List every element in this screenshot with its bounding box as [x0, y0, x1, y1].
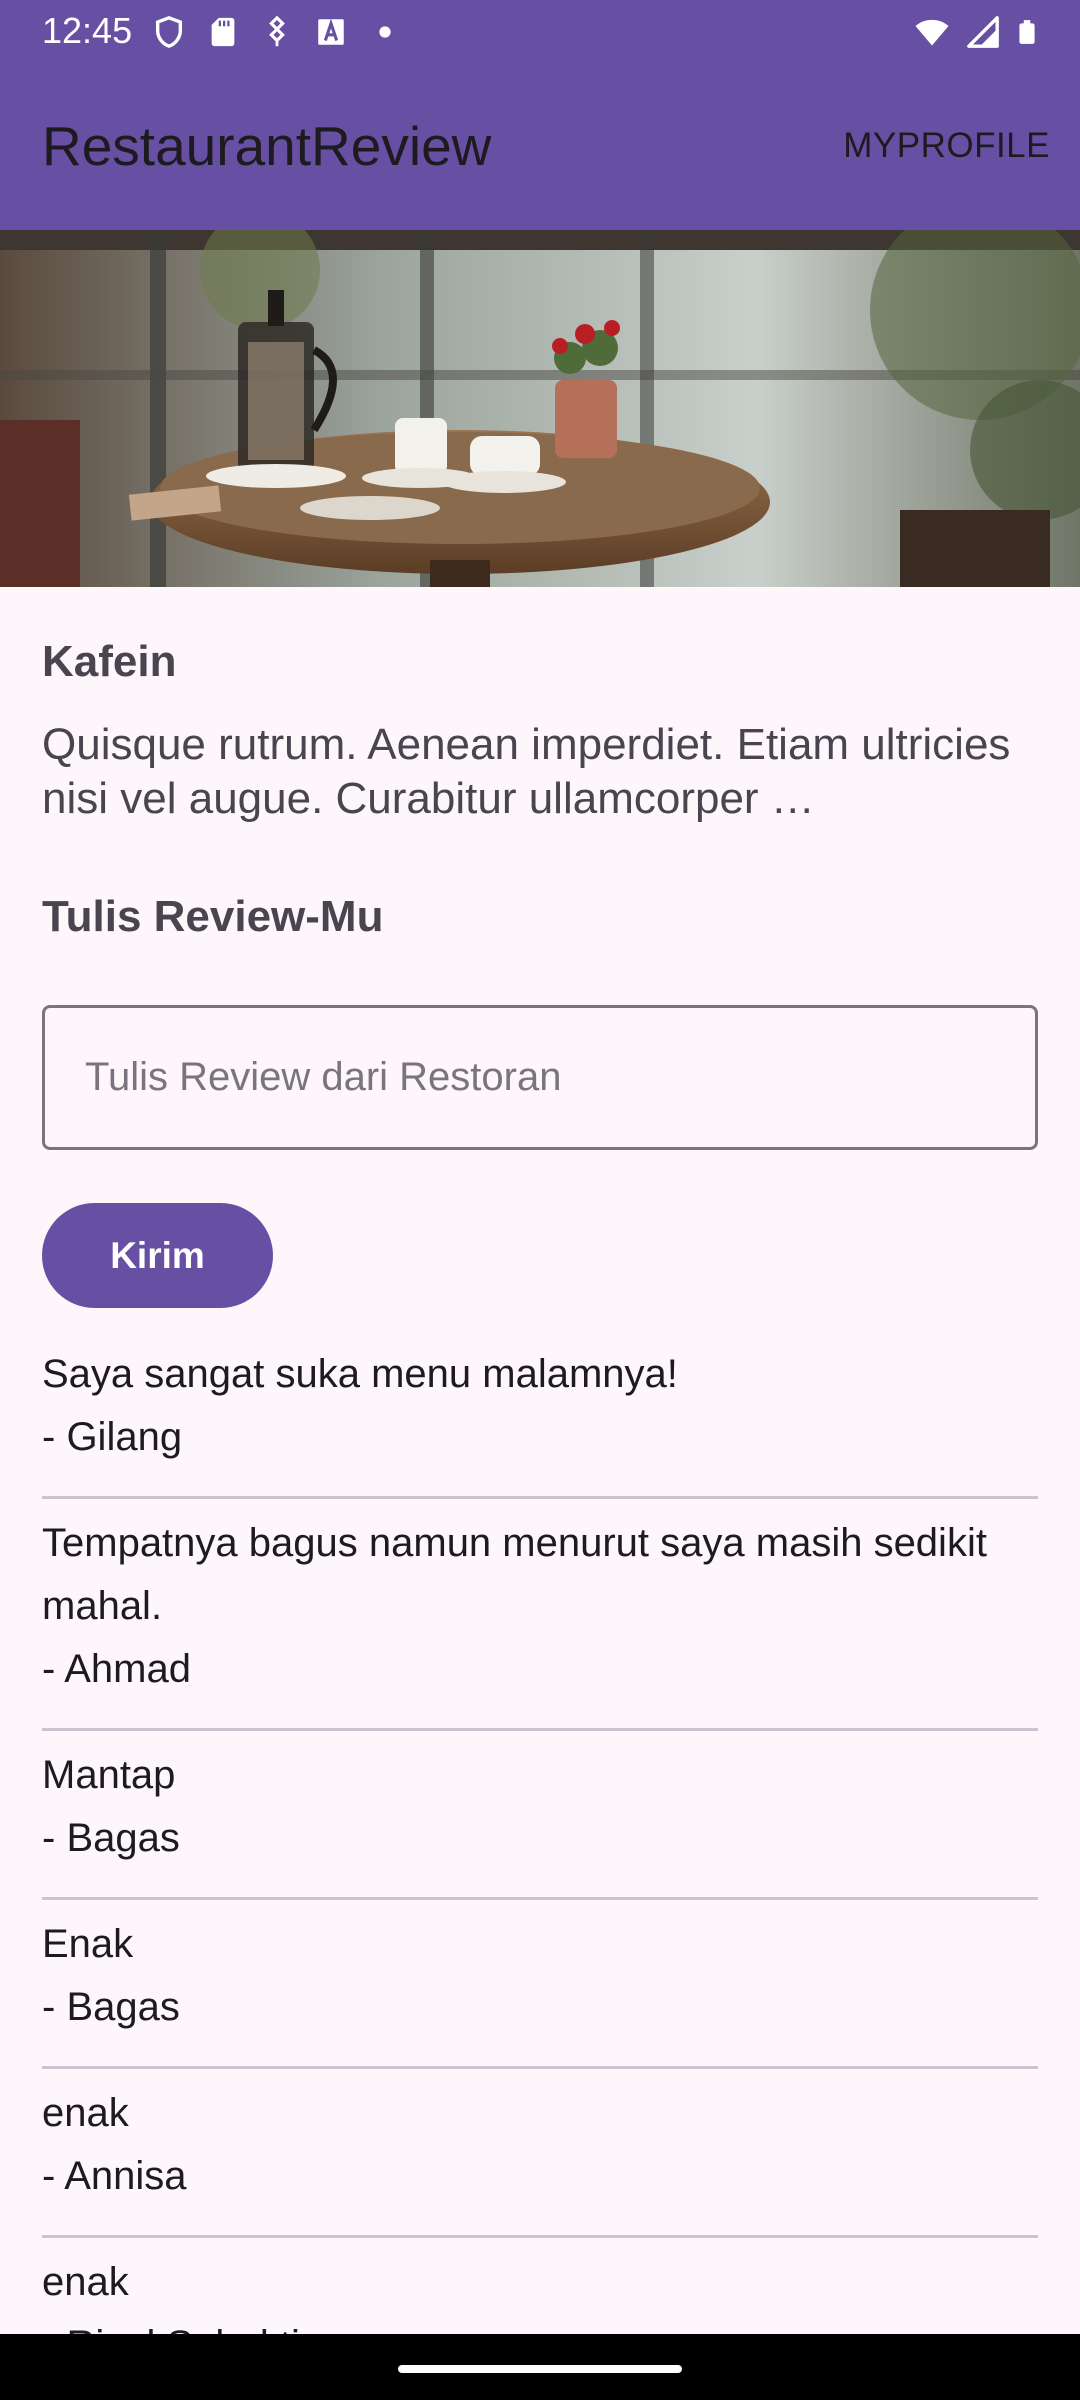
review-item: Tempatnya bagus namun menurut saya masih…: [42, 1499, 1038, 1731]
battery-icon: [1019, 20, 1035, 44]
home-gesture-handle[interactable]: [398, 2365, 682, 2373]
font-a-icon: [318, 18, 344, 45]
review-author: Ahmad: [42, 1638, 1038, 1701]
review-text: Enak: [42, 1922, 134, 1966]
review-author: Bagas: [42, 1976, 1038, 2039]
restaurant-description: Quisque rutrum. Aenean imperdiet. Etiam …: [42, 720, 1011, 823]
signal-icon: [967, 16, 999, 48]
restaurant-image: [0, 230, 1080, 587]
review-item: Enak Bagas: [42, 1900, 1038, 2069]
status-time: 12:45: [42, 10, 133, 51]
review-author: Bagas: [42, 1807, 1038, 1870]
review-text: Mantap: [42, 1753, 176, 1797]
my-profile-button[interactable]: MYPROFILE: [843, 124, 1050, 168]
status-system-icons: [912, 12, 1040, 52]
app-bar: RestaurantReview MYPROFILE: [0, 62, 1080, 230]
send-review-button[interactable]: Kirim: [42, 1203, 273, 1308]
review-list: Saya sangat suka menu malamnya! Gilang T…: [42, 1330, 1038, 2400]
review-author: Gilang: [42, 1406, 1038, 1469]
dot-icon: [379, 26, 391, 38]
app-title: RestaurantReview: [42, 115, 492, 177]
status-bar: 12:45: [0, 0, 1080, 62]
sd-card-icon: [211, 17, 235, 47]
restaurant-name: Kafein: [42, 637, 177, 686]
review-text: Tempatnya bagus namun menurut saya masih…: [42, 1521, 987, 1628]
usb-icon: [269, 15, 285, 47]
status-notification-icons: [152, 12, 402, 52]
review-item: Mantap Bagas: [42, 1731, 1038, 1900]
shield-icon: [155, 16, 183, 48]
review-author: Annisa: [42, 2145, 1038, 2208]
review-text: Saya sangat suka menu malamnya!: [42, 1352, 678, 1396]
review-text: enak: [42, 2260, 129, 2304]
navigation-bar: [0, 2334, 1080, 2400]
wifi-icon: [915, 19, 949, 46]
review-item: Saya sangat suka menu malamnya! Gilang: [42, 1330, 1038, 1499]
review-input[interactable]: [42, 1005, 1038, 1150]
review-text: enak: [42, 2091, 129, 2135]
review-section-title: Tulis Review-Mu: [42, 892, 384, 941]
review-item: enak Annisa: [42, 2069, 1038, 2238]
